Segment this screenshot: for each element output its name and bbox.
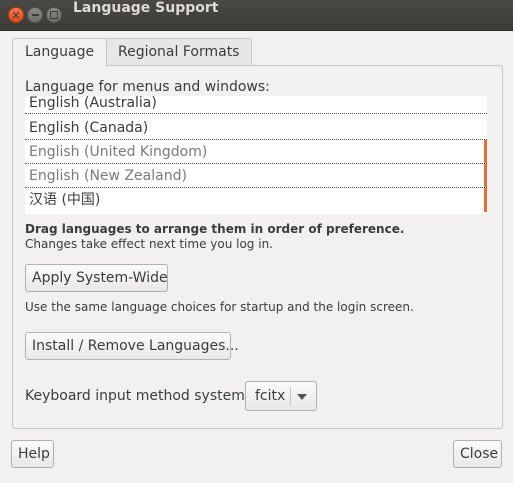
language-item[interactable]: English (Canada) xyxy=(25,116,487,140)
close-icon: ✕ xyxy=(11,9,21,22)
language-item-label: English (United Kingdom) xyxy=(29,144,208,160)
language-item[interactable]: English (Australia) xyxy=(25,92,487,114)
minimize-icon xyxy=(31,14,39,16)
close-window-button[interactable]: ✕ xyxy=(8,7,24,23)
keyboard-input-value: fcitx xyxy=(255,388,286,404)
tab-language[interactable]: Language xyxy=(12,38,108,67)
window-title: Language Support xyxy=(73,0,219,16)
install-remove-languages-button[interactable]: Install / Remove Languages... xyxy=(25,332,239,360)
apply-description: Use the same language choices for startu… xyxy=(25,300,414,314)
chevron-down-icon xyxy=(297,394,307,400)
keyboard-input-label: Keyboard input method system: xyxy=(25,388,250,404)
apply-system-wide-button[interactable]: Apply System-Wide xyxy=(25,264,168,292)
combo-separator xyxy=(290,387,291,405)
language-item-label: English (Canada) xyxy=(29,120,149,136)
selection-indicator xyxy=(484,140,487,163)
language-item-label: English (New Zealand) xyxy=(29,168,187,184)
tab-regional-formats[interactable]: Regional Formats xyxy=(105,38,253,66)
selection-indicator xyxy=(484,188,487,212)
language-item[interactable]: English (United Kingdom) xyxy=(25,140,487,164)
restart-hint: Changes take effect next time you log in… xyxy=(25,237,273,251)
language-item-label: 汉语 (中国) xyxy=(29,192,101,208)
language-item[interactable]: English (New Zealand) xyxy=(25,164,487,188)
title-bar: ✕ Language Support xyxy=(0,0,513,31)
selection-indicator xyxy=(484,164,487,187)
language-item[interactable]: 汉语 (中国) xyxy=(25,188,487,212)
language-list[interactable]: English (Australia) English (Canada) Eng… xyxy=(25,95,487,214)
close-button[interactable]: Close xyxy=(453,440,502,468)
language-item-label: English (Australia) xyxy=(29,95,157,111)
drag-hint: Drag languages to arrange them in order … xyxy=(25,222,405,236)
maximize-icon xyxy=(50,11,58,19)
maximize-window-button[interactable] xyxy=(46,7,62,23)
minimize-window-button[interactable] xyxy=(27,7,43,23)
help-button[interactable]: Help xyxy=(11,440,54,468)
keyboard-input-select[interactable]: fcitx xyxy=(245,381,317,411)
